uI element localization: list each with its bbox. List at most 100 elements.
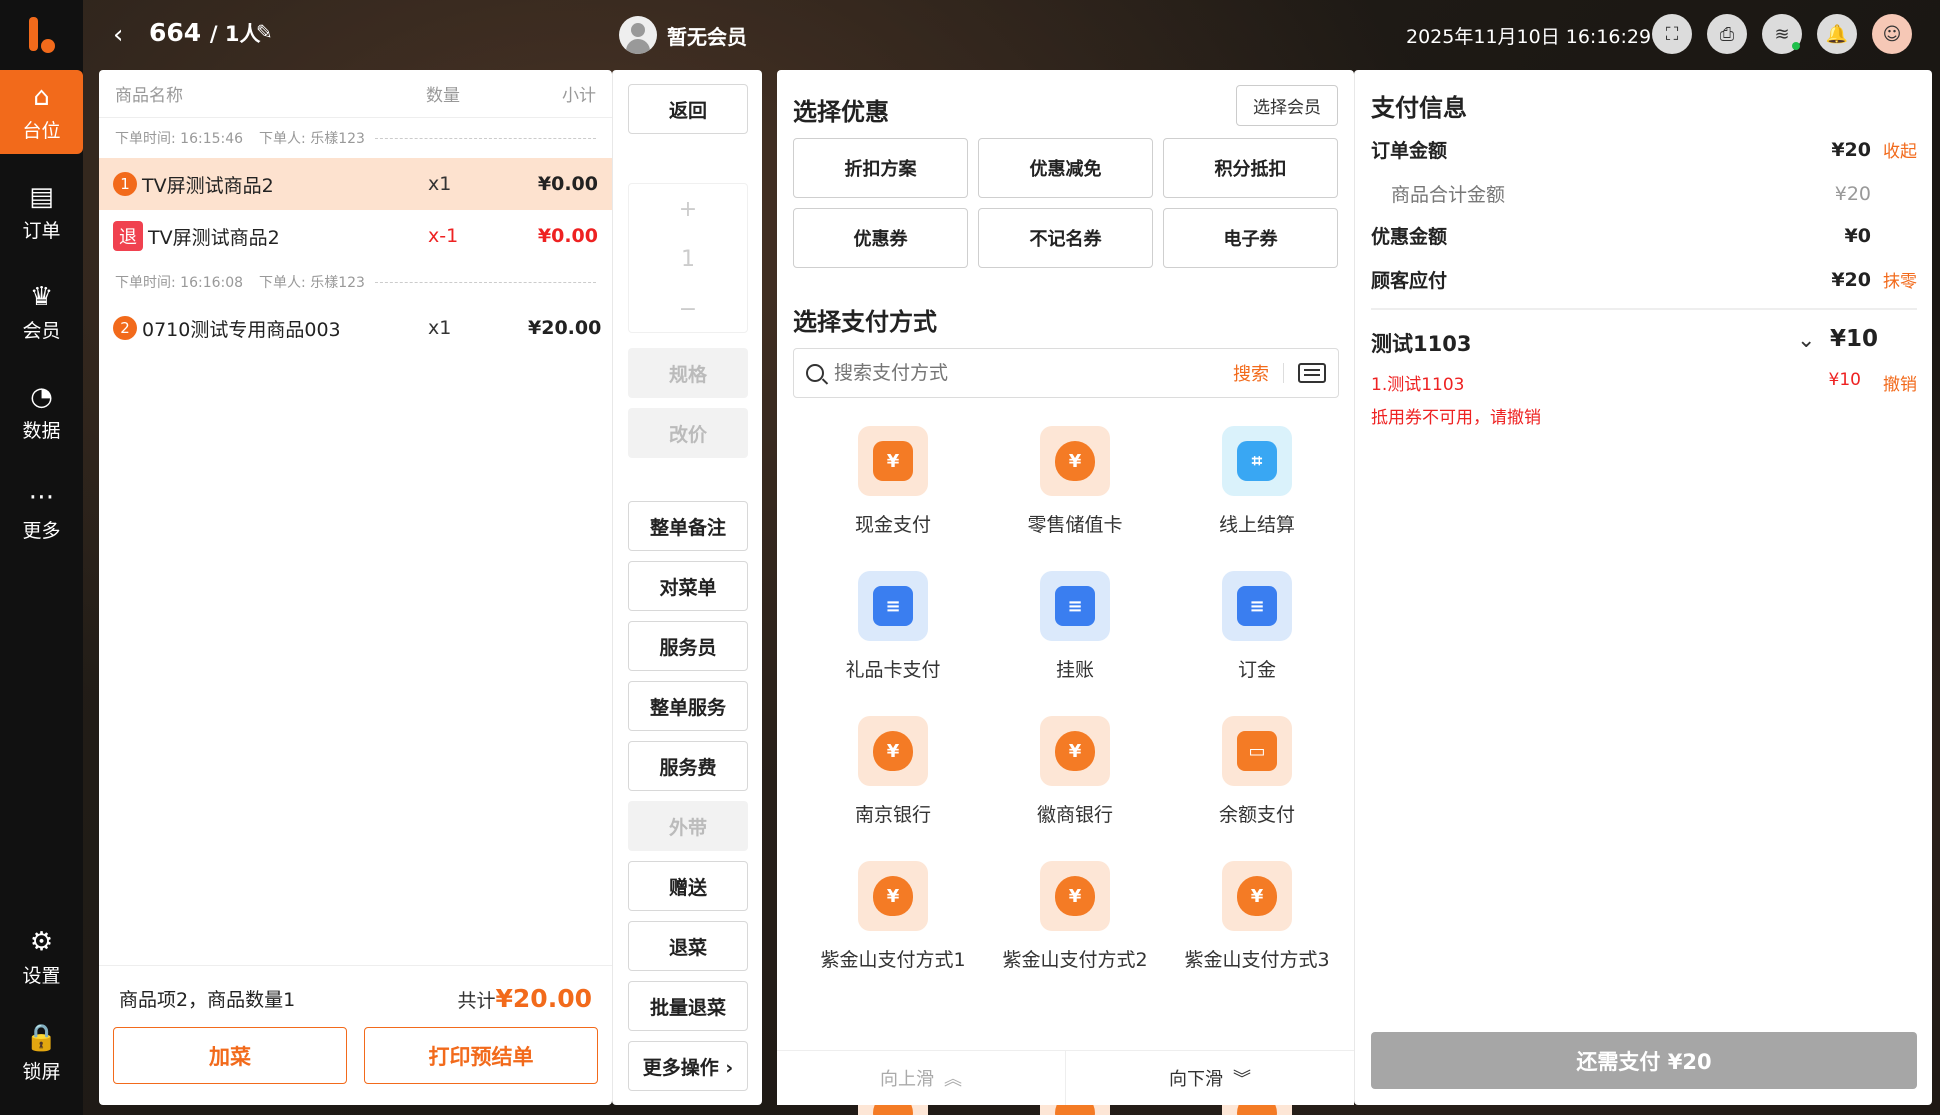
order-item-row[interactable]: 1 TV屏测试商品2 x1 ¥0.00	[99, 158, 612, 210]
people-count: / 1人	[209, 22, 261, 46]
member-status: 暂无会员	[667, 24, 747, 49]
stepper-plus[interactable]: +	[629, 184, 747, 234]
user-avatar-icon[interactable]: ☺	[1872, 14, 1912, 54]
order-summary: 商品项2，商品数量1	[119, 989, 296, 1011]
nav-label: 设置	[22, 964, 61, 987]
e-coupon-button[interactable]: 电子券	[1163, 208, 1338, 268]
keyboard-icon[interactable]	[1298, 363, 1326, 383]
search-button[interactable]: 搜索	[1233, 360, 1269, 386]
money-bag-icon: ¥	[1055, 731, 1095, 771]
back-button[interactable]: 返回	[628, 84, 748, 134]
nav-label: 更多	[22, 519, 61, 542]
col-name: 商品名称	[115, 86, 183, 106]
select-member-button[interactable]: 选择会员	[1236, 85, 1338, 126]
edit-icon[interactable]: ✎	[256, 20, 273, 44]
nav-item-order[interactable]: ▤ 订单	[0, 170, 83, 254]
money-bag-icon: ¥	[1055, 441, 1095, 481]
more-actions-button[interactable]: 更多操作 ›	[628, 1041, 748, 1091]
refund-dish-button[interactable]: 退菜	[628, 921, 748, 971]
order-item-row[interactable]: 2 0710测试专用商品003 x1 ¥20.00	[99, 302, 612, 354]
payment-panel: 选择优惠 选择会员 折扣方案 优惠减免 积分抵扣 优惠券 不记名券 电子券 选择…	[777, 70, 1354, 1115]
pay-method-gift-card[interactable]: ≡ 礼品卡支付	[803, 571, 983, 696]
nav-item-more[interactable]: ⋯ 更多	[0, 470, 83, 554]
revoke-link[interactable]: 撤销	[1883, 370, 1917, 395]
cash-icon: ¥	[873, 441, 913, 481]
add-dish-button[interactable]: 加菜	[113, 1027, 347, 1084]
discount-reduction-button[interactable]: 优惠减免	[978, 138, 1153, 198]
table-title: 664 / 1人	[149, 18, 261, 48]
printer-icon[interactable]: ⎙	[1707, 14, 1747, 54]
pay-method-stored-card[interactable]: ¥ 零售储值卡	[985, 426, 1165, 551]
scroll-down-button[interactable]: 向下滑 ︾	[1066, 1051, 1354, 1105]
col-qty: 数量	[426, 86, 460, 106]
collapse-link[interactable]: 收起	[1881, 137, 1917, 162]
waiter-button[interactable]: 服务员	[628, 621, 748, 671]
pay-method-deposit[interactable]: ≡ 订金	[1167, 571, 1347, 696]
order-list-header: 商品名称 数量 小计	[99, 70, 612, 118]
wallet-card-icon: ▭	[1237, 731, 1277, 771]
check-menu-button[interactable]: 对菜单	[628, 561, 748, 611]
print-prebill-button[interactable]: 打印预结单	[364, 1027, 598, 1084]
goods-total-row: 商品合计金额 ¥20	[1391, 182, 1871, 207]
coupon-line-item: 1.测试1103 ¥10 撤销	[1371, 370, 1917, 395]
reprice-button[interactable]: 改价	[628, 408, 748, 458]
wifi-status-dot	[1792, 42, 1800, 50]
chevron-down-icon[interactable]: ⌄	[1797, 328, 1815, 353]
order-note-button[interactable]: 整单备注	[628, 501, 748, 551]
points-deduction-button[interactable]: 积分抵扣	[1163, 138, 1338, 198]
item-qty: x1	[428, 317, 452, 339]
nav-label: 订单	[22, 219, 61, 242]
money-bag-icon: ¥	[873, 876, 913, 916]
quantity-stepper: + 1 −	[628, 183, 748, 333]
payment-info-panel: 支付信息 订单金额 ¥20 收起 商品合计金额 ¥20 优惠金额 ¥0 顾客应付…	[1354, 70, 1932, 1105]
scroll-up-button[interactable]: 向上滑 ︽	[777, 1051, 1066, 1105]
nav-item-data[interactable]: ◔ 数据	[0, 370, 83, 454]
item-subtotal: ¥0.00	[537, 225, 598, 247]
order-service-button[interactable]: 整单服务	[628, 681, 748, 731]
pay-method-zijinshan-2[interactable]: ¥ 紫金山支付方式2	[985, 861, 1165, 986]
table-number: 664	[149, 18, 202, 47]
order-batch-divider: 下单时间: 16:16:08 下单人: 乐樣123	[99, 262, 612, 302]
pay-method-zijinshan-3[interactable]: ¥ 紫金山支付方式3	[1167, 861, 1347, 986]
item-seq-badge: 2	[113, 316, 137, 340]
pay-method-cash[interactable]: ¥ 现金支付	[803, 426, 983, 551]
online-pay-icon: ⌗	[1237, 441, 1277, 481]
refund-badge: 退	[113, 221, 143, 251]
order-footer: 商品项2，商品数量1 共计¥20.00 加菜 打印预结单	[99, 965, 612, 1105]
takeout-button[interactable]: 外带	[628, 801, 748, 851]
payment-search-input[interactable]	[834, 362, 1233, 384]
service-fee-button[interactable]: 服务费	[628, 741, 748, 791]
nav-item-settings[interactable]: ⚙ 设置	[0, 909, 83, 1005]
gift-card-icon: ≡	[873, 586, 913, 626]
spec-button[interactable]: 规格	[628, 348, 748, 398]
wifi-icon[interactable]: ≋	[1762, 14, 1802, 54]
pay-method-bank-nanjing[interactable]: ¥ 南京银行	[803, 716, 983, 841]
pay-method-balance[interactable]: ▭ 余额支付	[1167, 716, 1347, 841]
pay-method-zijinshan-1[interactable]: ¥ 紫金山支付方式1	[803, 861, 983, 986]
item-subtotal: ¥20.00	[528, 317, 602, 339]
pay-method-online[interactable]: ⌗ 线上结算	[1167, 426, 1347, 551]
pay-method-credit[interactable]: ≡ 挂账	[985, 571, 1165, 696]
anonymous-coupon-button[interactable]: 不记名券	[978, 208, 1153, 268]
gift-button[interactable]: 赠送	[628, 861, 748, 911]
coupon-button[interactable]: 优惠券	[793, 208, 968, 268]
pay-method-bank-huishang[interactable]: ¥ 徽商银行	[985, 716, 1165, 841]
batch-refund-button[interactable]: 批量退菜	[628, 981, 748, 1031]
nav-item-lock[interactable]: 🔒 锁屏	[0, 1005, 83, 1101]
round-off-link[interactable]: 抹零	[1881, 267, 1917, 292]
stepper-value: 1	[681, 246, 695, 272]
order-total: 共计¥20.00	[457, 984, 593, 1013]
search-icon	[806, 364, 824, 382]
stepper-minus[interactable]: −	[629, 284, 747, 334]
nav-item-member[interactable]: ♛ 会员	[0, 270, 83, 354]
pay-remaining-button[interactable]: 还需支付 ¥20	[1371, 1032, 1917, 1089]
order-item-row[interactable]: 退 TV屏测试商品2 x-1 ¥0.00	[99, 210, 612, 262]
scan-icon[interactable]: ⛶	[1652, 14, 1692, 54]
gear-icon: ⚙	[29, 926, 54, 957]
item-seq-badge: 1	[113, 172, 137, 196]
bell-icon[interactable]: 🔔	[1817, 14, 1857, 54]
nav-item-table[interactable]: ⌂ 台位	[0, 70, 83, 154]
back-icon[interactable]: ‹	[113, 20, 123, 50]
discount-plan-button[interactable]: 折扣方案	[793, 138, 968, 198]
member-chip[interactable]: 暂无会员	[619, 16, 747, 54]
